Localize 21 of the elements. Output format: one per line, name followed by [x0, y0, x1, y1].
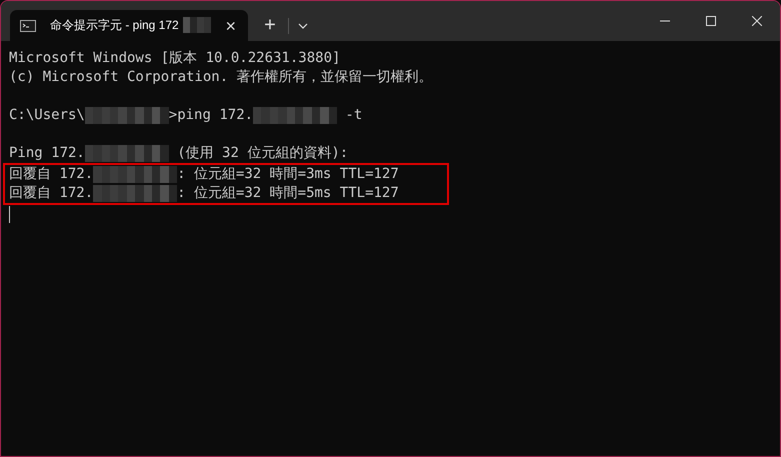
console-text: C:\Users\: [9, 106, 85, 125]
console-text: 回覆自 172.: [9, 165, 94, 184]
console-text: : 位元組=32 時間=5ms TTL=127: [177, 184, 399, 203]
console-text: Ping 172.: [9, 144, 85, 163]
minimize-icon: [660, 20, 670, 22]
console-text: (c) Microsoft Corporation. 著作權所有，並保留一切權利。: [9, 68, 433, 87]
console-text: : 位元組=32 時間=3ms TTL=127: [177, 165, 399, 184]
console-text: 回覆自 172.: [9, 184, 94, 203]
terminal-tab[interactable]: 命令提示字元 - ping 172 ×: [10, 10, 248, 41]
new-tab-button[interactable]: +: [252, 10, 288, 41]
console-text: -t: [344, 106, 362, 125]
close-icon: [752, 16, 762, 26]
maximize-icon: [706, 16, 716, 26]
terminal-icon: [20, 20, 36, 32]
close-tab-button[interactable]: ×: [221, 16, 240, 34]
chevron-down-icon: [298, 22, 308, 28]
tab-title: 命令提示字元 - ping 172: [50, 17, 179, 34]
console-text: >ping 172.: [168, 106, 254, 125]
console-text: (使用 32 位元組的資料):: [176, 144, 348, 163]
text-cursor: [9, 206, 10, 223]
console-text: Microsoft Windows [版本 10.0.22631.3880]: [9, 49, 340, 68]
